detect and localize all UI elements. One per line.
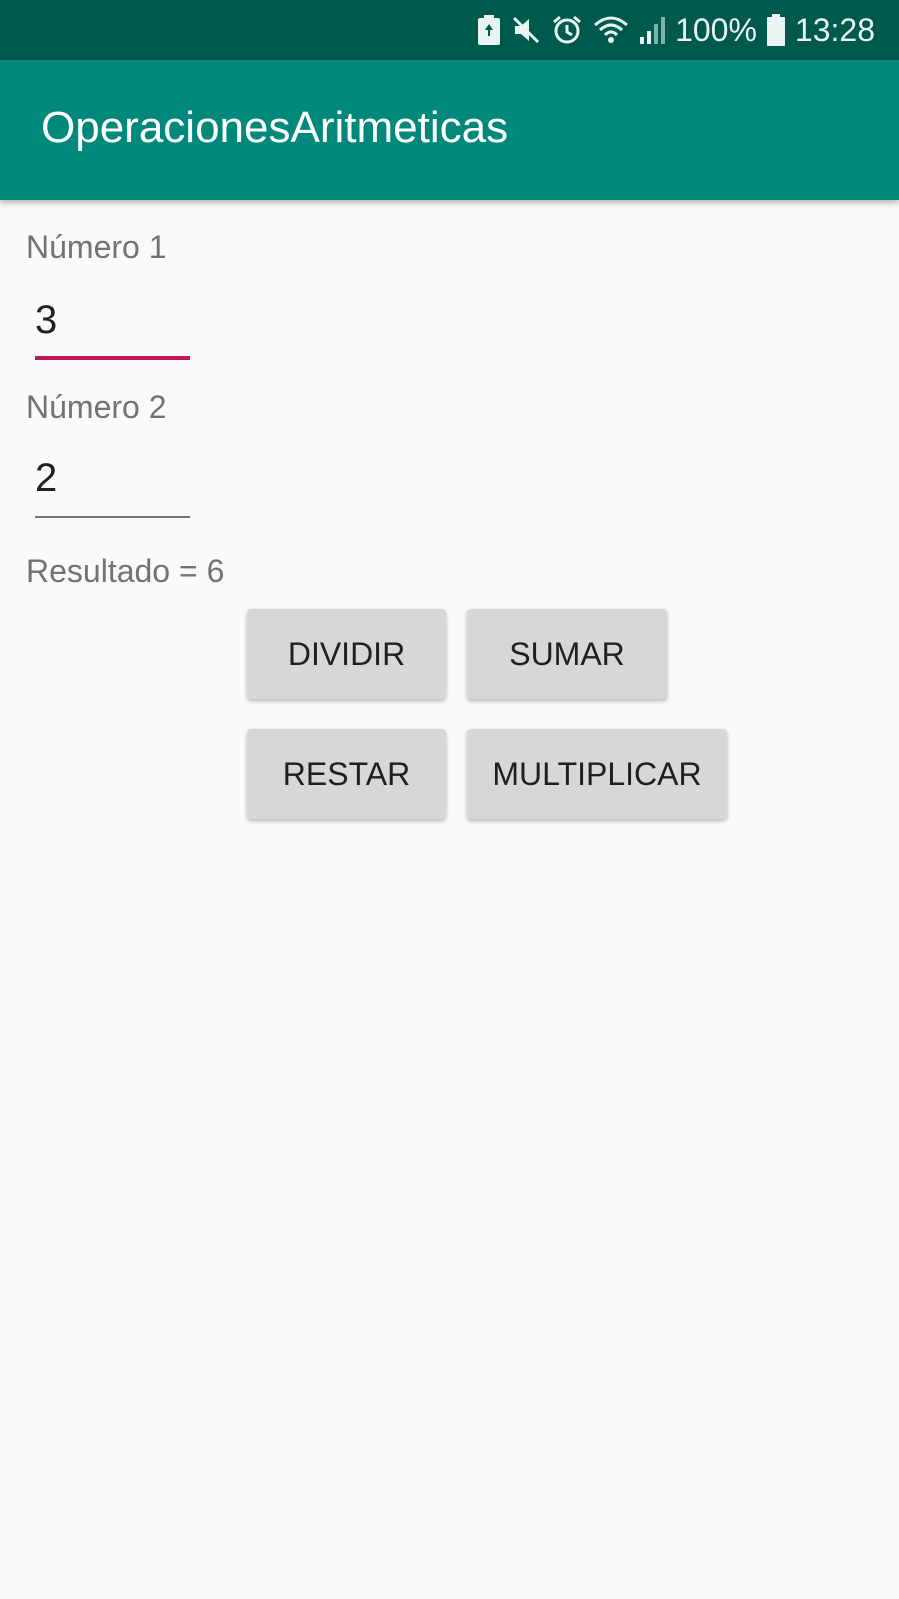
restar-button[interactable]: RESTAR	[247, 729, 446, 819]
status-bar: 100% 13:28	[0, 0, 899, 60]
multiplicar-button[interactable]: MULTIPLICAR	[467, 729, 727, 819]
numero2-input[interactable]: 2	[35, 446, 190, 518]
numero1-input[interactable]: 3	[35, 288, 190, 360]
battery-saver-icon	[477, 14, 501, 46]
numero2-underline	[35, 516, 190, 518]
app-title: OperacionesAritmeticas	[41, 103, 509, 152]
numero1-value: 3	[35, 298, 58, 342]
numero2-value: 2	[35, 456, 58, 500]
main-content: Número 1 3 Número 2 2 Resultado = 6 DIVI…	[0, 200, 899, 1599]
numero1-label: Número 1	[26, 229, 167, 265]
dividir-button[interactable]: DIVIDIR	[247, 609, 446, 699]
numero1-underline	[35, 356, 190, 360]
resultado-text: Resultado = 6	[26, 553, 225, 589]
status-icons: 100% 13:28	[477, 0, 875, 60]
signal-icon	[639, 15, 666, 45]
sumar-button[interactable]: SUMAR	[467, 609, 667, 699]
alarm-icon	[551, 14, 583, 46]
wifi-icon	[593, 15, 629, 45]
clock: 13:28	[794, 11, 875, 48]
battery-percent: 100%	[675, 11, 757, 48]
battery-icon	[766, 14, 785, 46]
app-bar: OperacionesAritmeticas	[0, 60, 899, 200]
numero2-label: Número 2	[26, 389, 167, 425]
mute-icon	[511, 15, 541, 45]
